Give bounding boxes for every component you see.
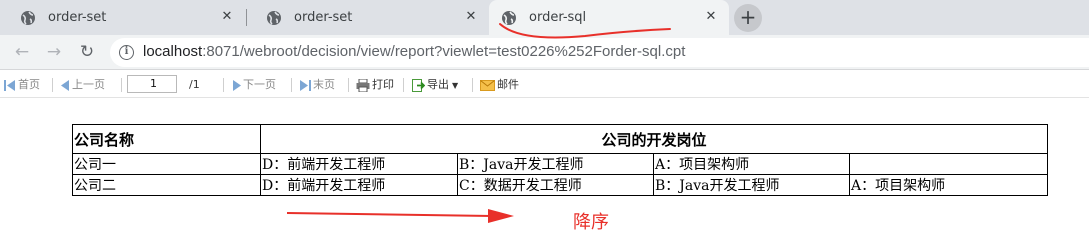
arrow-annotation: [286, 212, 493, 217]
tab-underline-annotation: [499, 23, 671, 39]
arrow-head-icon: [488, 209, 514, 223]
annotation-overlay: [286, 23, 671, 223]
annotation-label: 降序: [573, 212, 609, 233]
